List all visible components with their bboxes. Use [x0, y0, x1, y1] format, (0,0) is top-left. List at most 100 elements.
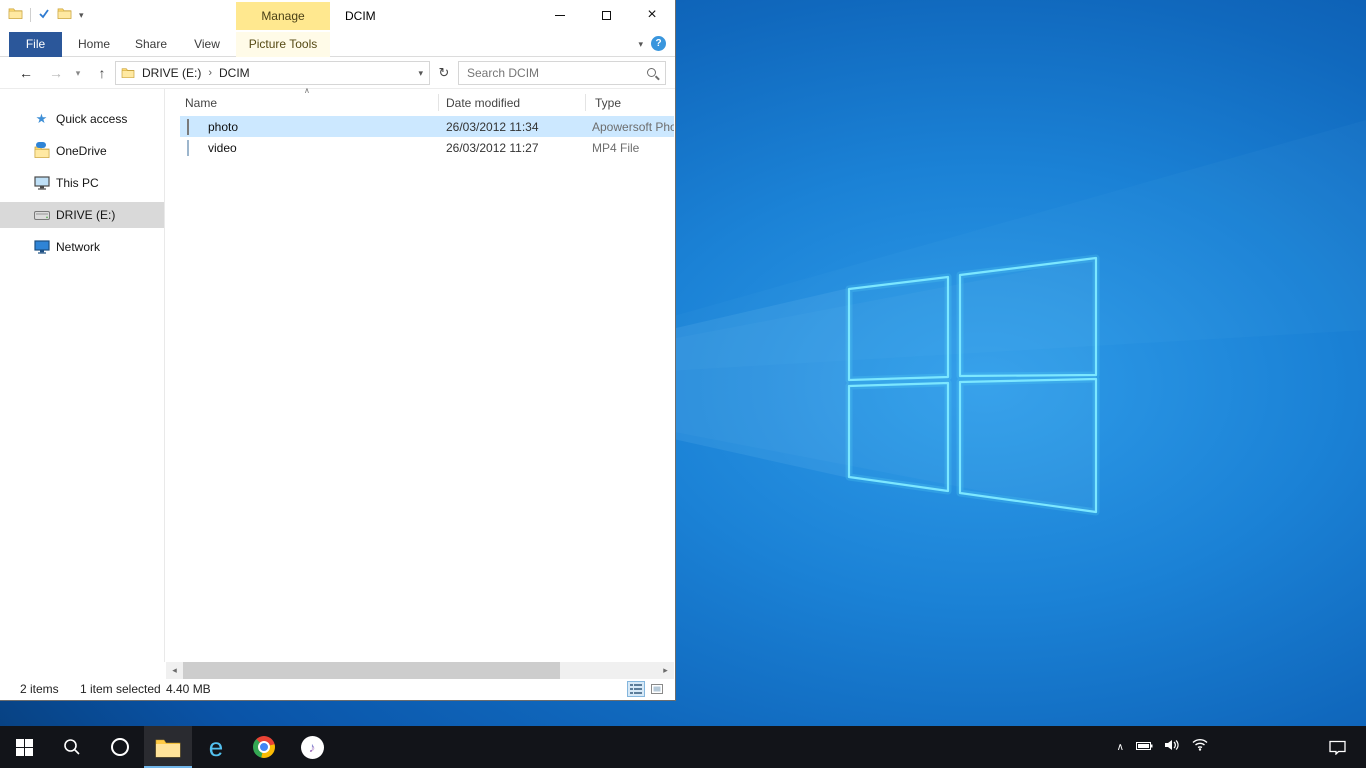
tab-file[interactable]: File	[9, 32, 62, 57]
breadcrumb: DRIVE (E:) › DCIM	[142, 62, 250, 84]
maximize-button[interactable]	[583, 0, 629, 30]
scrollbar-thumb[interactable]	[183, 662, 560, 679]
up-button[interactable]: ↑	[90, 57, 114, 89]
ribbon-expand-icon[interactable]: ▾	[638, 39, 643, 50]
horizontal-scrollbar[interactable]: ◂ ▸	[166, 662, 674, 679]
cortana-button[interactable]	[96, 726, 144, 768]
taskbar-file-explorer-button[interactable]	[144, 726, 192, 768]
recent-locations-icon[interactable]: ▾	[70, 57, 86, 89]
scroll-left-icon[interactable]: ◂	[166, 662, 183, 679]
details-view-button[interactable]	[627, 681, 645, 697]
refresh-icon[interactable]: ↻	[433, 61, 455, 85]
tab-view[interactable]: View	[186, 32, 228, 57]
scroll-right-icon[interactable]: ▸	[657, 662, 674, 679]
selection-info: 1 item selected	[80, 682, 161, 696]
sidebar-item-label: This PC	[56, 176, 99, 190]
navigation-pane: ★ Quick access OneDrive This PC DRIVE (E…	[0, 89, 165, 662]
sidebar-item-label: OneDrive	[56, 144, 107, 158]
sidebar-item-label: Quick access	[56, 112, 127, 126]
qat-separator	[30, 8, 31, 22]
battery-icon[interactable]	[1136, 738, 1153, 756]
sidebar-item-network[interactable]: Network	[0, 234, 164, 260]
start-button[interactable]	[0, 726, 48, 768]
minimize-icon	[555, 15, 565, 16]
hidden-icons-chevron-icon[interactable]: ∧	[1117, 742, 1124, 753]
chrome-icon	[253, 736, 275, 758]
ribbon-tab-row: File Home Share View Picture Tools ▾ ?	[0, 30, 675, 57]
new-folder-icon[interactable]	[57, 7, 72, 22]
system-tray: ∧	[1117, 726, 1208, 768]
address-bar[interactable]: DRIVE (E:) › DCIM ▾	[115, 61, 430, 85]
taskbar: e ♪ ∧	[0, 726, 1366, 768]
sort-ascending-icon: ∧	[304, 86, 310, 95]
computer-icon	[33, 176, 50, 190]
search-input[interactable]	[459, 62, 665, 84]
column-headers: ∧ Name Date modified Type	[166, 89, 674, 116]
manage-contextual-tab[interactable]: Manage	[236, 2, 330, 30]
file-explorer-icon	[155, 737, 181, 758]
taskbar-itunes-button[interactable]: ♪	[288, 726, 336, 768]
column-separator[interactable]	[438, 94, 439, 111]
view-toggles	[627, 681, 666, 697]
column-header-type[interactable]: Type	[595, 96, 621, 110]
window-title: DCIM	[345, 9, 376, 23]
tab-home[interactable]: Home	[72, 32, 116, 57]
search-box[interactable]	[458, 61, 666, 85]
action-center-icon[interactable]	[1322, 726, 1352, 768]
windows-logo-icon	[16, 739, 33, 756]
breadcrumb-separator-icon: ›	[208, 67, 212, 79]
file-date: 26/03/2012 11:34	[446, 120, 539, 134]
items-count: 2 items	[20, 682, 59, 696]
video-file-icon	[187, 141, 189, 155]
minimize-button[interactable]	[537, 0, 583, 30]
explorer-window-icon	[8, 7, 23, 22]
star-icon: ★	[33, 111, 50, 127]
file-name: video	[208, 141, 237, 155]
volume-icon[interactable]	[1165, 738, 1180, 756]
breadcrumb-drive[interactable]: DRIVE (E:)	[142, 66, 201, 80]
internet-explorer-icon: e	[209, 734, 223, 760]
file-type: Apowersoft Pho	[592, 120, 674, 134]
selection-size: 4.40 MB	[166, 682, 211, 696]
address-folder-icon	[121, 67, 135, 81]
column-header-date-modified[interactable]: Date modified	[446, 96, 520, 110]
sidebar-item-label: DRIVE (E:)	[56, 208, 115, 222]
sidebar-item-onedrive[interactable]: OneDrive	[0, 138, 164, 164]
sidebar-item-this-pc[interactable]: This PC	[0, 170, 164, 196]
itunes-icon: ♪	[301, 736, 324, 759]
file-list: ∧ Name Date modified Type photo 26/03/20…	[166, 89, 674, 662]
qat-customize-icon[interactable]: ▾	[79, 8, 84, 22]
search-icon	[647, 68, 656, 77]
navigation-bar: ← → ▾ ↑ DRIVE (E:) › DCIM ▾ ↻	[0, 57, 675, 89]
back-button[interactable]: ←	[14, 57, 38, 89]
help-icon[interactable]: ?	[651, 36, 666, 51]
large-icons-view-button[interactable]	[648, 681, 666, 697]
file-row-video[interactable]: video 26/03/2012 11:27 MP4 File	[180, 137, 674, 158]
window-controls: ×	[537, 0, 675, 30]
quick-access-toolbar: ▾	[8, 7, 84, 22]
close-button[interactable]: ×	[629, 0, 675, 30]
titlebar[interactable]: ▾ Manage DCIM ×	[0, 0, 675, 30]
onedrive-folder-icon	[33, 145, 50, 158]
network-icon[interactable]	[1192, 738, 1208, 756]
sidebar-item-quick-access[interactable]: ★ Quick access	[0, 106, 164, 132]
taskbar-internet-explorer-button[interactable]: e	[192, 726, 240, 768]
network-icon	[33, 240, 50, 254]
file-type: MP4 File	[592, 141, 674, 155]
forward-button[interactable]: →	[44, 57, 68, 89]
breadcrumb-dcim[interactable]: DCIM	[219, 66, 250, 80]
explorer-window: ▾ Manage DCIM × File Home Share View Pic…	[0, 0, 676, 701]
taskbar-chrome-button[interactable]	[240, 726, 288, 768]
column-separator[interactable]	[585, 94, 586, 111]
column-header-name[interactable]: Name	[185, 96, 217, 110]
sidebar-item-label: Network	[56, 240, 100, 254]
sidebar-item-drive-e[interactable]: DRIVE (E:)	[0, 202, 164, 228]
file-name: photo	[208, 120, 238, 134]
tab-share[interactable]: Share	[128, 32, 174, 57]
tab-picture-tools[interactable]: Picture Tools	[236, 32, 330, 57]
drive-icon	[33, 211, 50, 220]
file-row-photo[interactable]: photo 26/03/2012 11:34 Apowersoft Pho	[180, 116, 674, 137]
taskbar-search-button[interactable]	[48, 726, 96, 768]
properties-icon[interactable]	[38, 7, 50, 22]
address-dropdown-icon[interactable]: ▾	[418, 62, 423, 84]
